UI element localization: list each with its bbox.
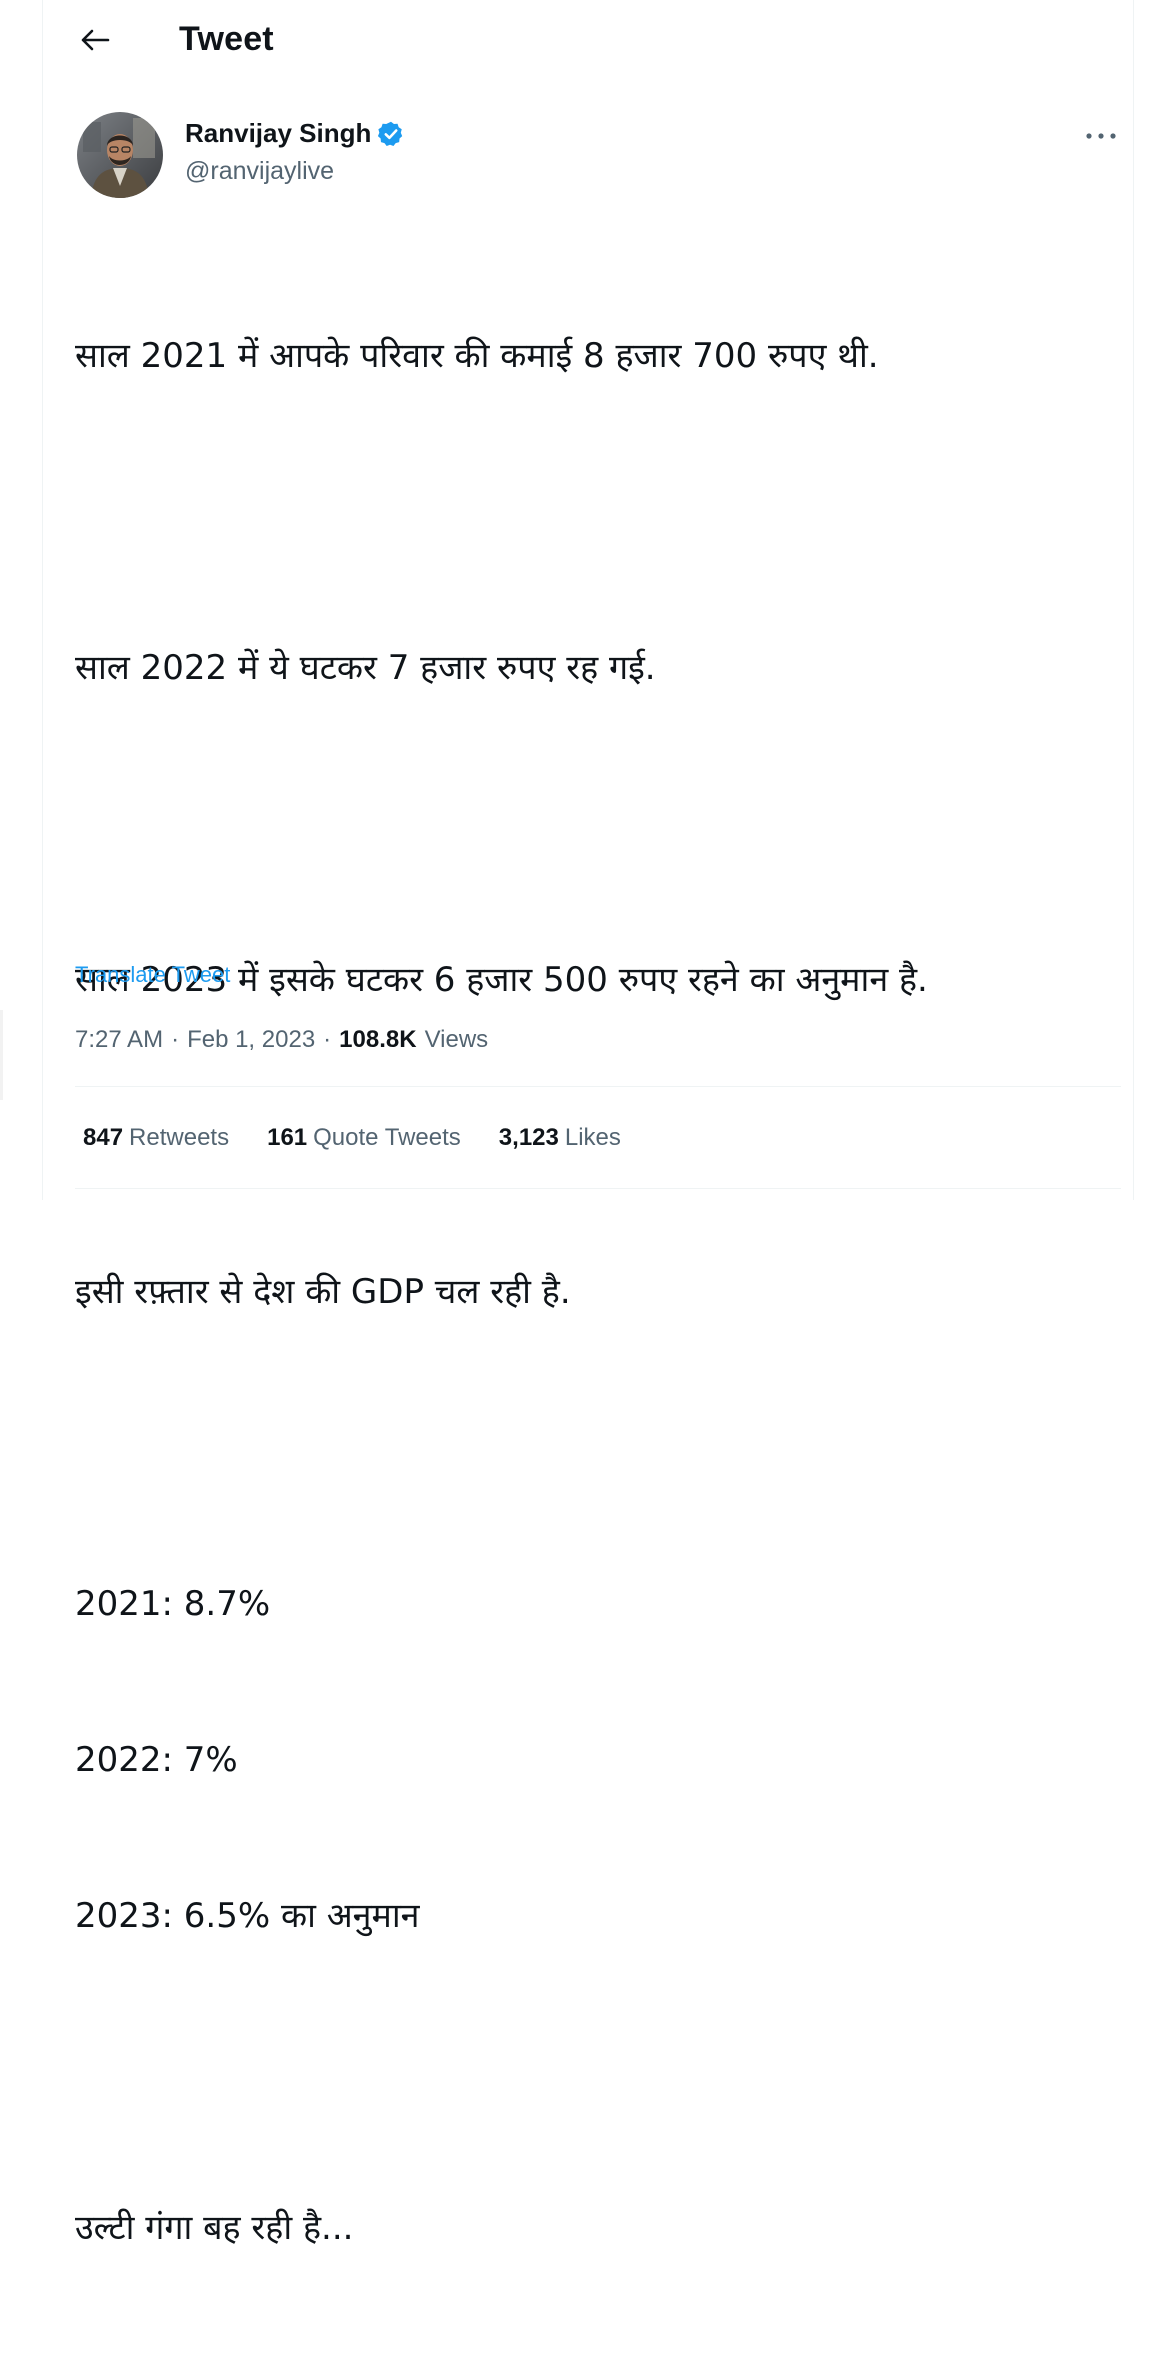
tweet-line: 2021: 8.7% [75, 1584, 271, 1624]
tweet-line: साल 2021 में आपके परिवार की कमाई 8 हजार … [75, 336, 879, 376]
translate-tweet-link[interactable]: Translate Tweet [75, 962, 230, 988]
divider [75, 1086, 1121, 1087]
page-edge-mark [0, 1010, 3, 1100]
quote-tweets-label: Quote Tweets [313, 1124, 461, 1151]
quote-tweets-count: 161 [267, 1124, 308, 1151]
tweet-line: 2022: 7% [75, 1740, 238, 1780]
meta-separator: · [323, 1026, 332, 1053]
tweet-time[interactable]: 7:27 AM [75, 1026, 163, 1054]
views-label: Views [424, 1026, 489, 1053]
retweets-count: 847 [83, 1124, 124, 1151]
tweet-meta: 7:27 AM · Feb 1, 2023 · 108.8K Views [75, 1026, 488, 1054]
retweets-label: Retweets [129, 1124, 230, 1151]
likes-stat[interactable]: 3,123 Likes [499, 1124, 621, 1152]
back-button[interactable] [67, 16, 123, 64]
quote-tweets-stat[interactable]: 161 Quote Tweets [267, 1124, 461, 1152]
avatar-image [77, 112, 163, 198]
more-horizontal-icon [1086, 133, 1116, 139]
more-options-button[interactable] [1079, 120, 1123, 152]
author-name[interactable]: Ranvijay Singh [185, 118, 371, 149]
tweet-line: 2023: 6.5% का अनुमान [75, 1896, 420, 1936]
engagement-stats: 847 Retweets 161 Quote Tweets 3,123 Likes [83, 1124, 621, 1152]
tweet-line: साल 2023 में इसके घटकर 6 हजार 500 रुपए र… [75, 960, 928, 1000]
tweet-text: साल 2021 में आपके परिवार की कमाई 8 हजार … [75, 226, 1115, 2358]
tweet-date[interactable]: Feb 1, 2023 [187, 1026, 315, 1054]
verified-badge-icon [378, 121, 403, 146]
meta-separator: · [171, 1026, 180, 1053]
tweet-line: उल्टी गंगा बह रही है... [75, 2208, 354, 2248]
likes-label: Likes [564, 1124, 621, 1151]
author-name-row: Ranvijay Singh [185, 118, 405, 149]
page-header: Tweet [43, 0, 1133, 84]
arrow-left-icon [81, 29, 110, 51]
tweet-line: साल 2022 में ये घटकर 7 हजार रुपए रह गई. [75, 648, 656, 688]
likes-count: 3,123 [498, 1124, 559, 1151]
divider [75, 1188, 1121, 1189]
tweet-line: इसी रफ़्तार से देश की GDP चल रही है. [75, 1272, 571, 1312]
author-handle[interactable]: @ranvijaylive [185, 157, 334, 186]
views-count: 108.8K [339, 1026, 417, 1053]
avatar[interactable] [77, 112, 163, 198]
tweet-column: Tweet Ranvijay Singh @ranvijaylive साल 2… [42, 0, 1134, 2248]
retweets-stat[interactable]: 847 Retweets [83, 1124, 229, 1152]
page-title: Tweet [179, 20, 274, 58]
